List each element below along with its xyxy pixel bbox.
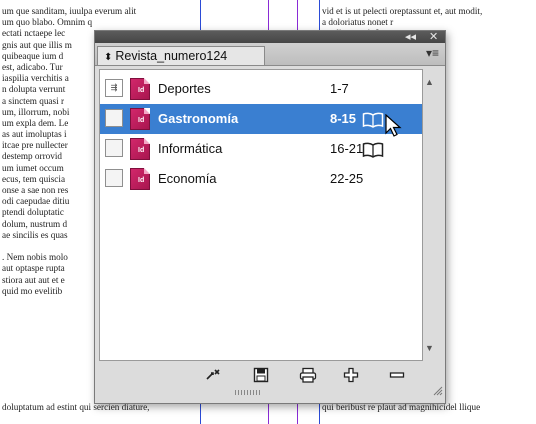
style-source-checkbox[interactable] xyxy=(105,139,123,157)
save-book-icon[interactable] xyxy=(253,367,269,388)
panel-menu-button[interactable]: ▾≡ xyxy=(426,46,439,60)
document-name: Gastronomía xyxy=(158,111,239,126)
collapse-panel-button[interactable]: ◂◂ xyxy=(405,30,416,43)
page-range: 1-7 xyxy=(330,81,349,96)
page-range: 8-15 xyxy=(330,111,357,126)
scroll-up-arrow-icon[interactable]: ▲ xyxy=(425,77,434,87)
book-document-row[interactable]: Id Informática 16-21 xyxy=(100,134,422,164)
text-line: um que sanditam, iuulpa everum alit xyxy=(2,6,137,16)
panel-bottom-toolbar xyxy=(95,363,445,387)
style-source-checkbox[interactable] xyxy=(105,169,123,187)
mouse-pointer-icon xyxy=(385,113,403,143)
print-book-icon[interactable] xyxy=(299,367,317,388)
close-panel-button[interactable]: ✕ xyxy=(429,30,438,43)
add-document-icon[interactable] xyxy=(343,367,359,388)
page-range: 22-25 xyxy=(330,171,364,186)
book-panel[interactable]: ◂◂ ✕ ⬍ Revista_numero124 ▾≡ ⇶ Id Deportes 1-… xyxy=(94,30,446,404)
document-name: Deportes xyxy=(158,81,211,96)
panel-drag-grip[interactable] xyxy=(235,390,261,395)
remove-document-icon[interactable] xyxy=(389,367,405,388)
document-name: Informática xyxy=(158,141,223,156)
panel-tab-bar: ⬍ Revista_numero124 ▾≡ xyxy=(95,43,445,66)
indesign-document-icon: Id xyxy=(130,78,150,100)
panel-title-bar[interactable]: ◂◂ ✕ xyxy=(95,31,445,43)
open-book-icon xyxy=(362,142,384,163)
text-line: a doloriatus nonet r xyxy=(322,17,394,28)
indesign-document-icon: Id xyxy=(130,138,150,160)
style-source-icon[interactable]: ⇶ xyxy=(105,79,123,97)
text-line: um quo blabo. Omnim q xyxy=(2,17,93,28)
text-line: vid et is ut pelecti oreptassunt et, aut… xyxy=(322,6,483,16)
scroll-down-arrow-icon[interactable]: ▼ xyxy=(425,343,434,353)
document-name: Economía xyxy=(158,171,217,186)
tab-book[interactable]: ⬍ Revista_numero124 xyxy=(97,46,265,65)
book-document-list[interactable]: ⇶ Id Deportes 1-7 Id Gastronomía 8-15 Id Informá… xyxy=(99,69,423,361)
style-source-checkbox[interactable] xyxy=(105,109,123,127)
resize-handle-icon[interactable] xyxy=(433,383,443,401)
indesign-document-icon: Id xyxy=(130,108,150,130)
open-book-icon xyxy=(362,112,384,133)
book-document-row[interactable]: Id Gastronomía 8-15 xyxy=(100,104,422,134)
indesign-document-icon: Id xyxy=(130,168,150,190)
page-range: 16-21 xyxy=(330,141,364,156)
book-document-row[interactable]: ⇶ Id Deportes 1-7 xyxy=(100,74,422,104)
sync-styles-icon[interactable] xyxy=(205,367,223,388)
updown-arrows-icon: ⬍ xyxy=(104,52,113,63)
book-document-row[interactable]: Id Economía 22-25 xyxy=(100,164,422,194)
book-title: Revista_numero124 xyxy=(115,49,228,63)
